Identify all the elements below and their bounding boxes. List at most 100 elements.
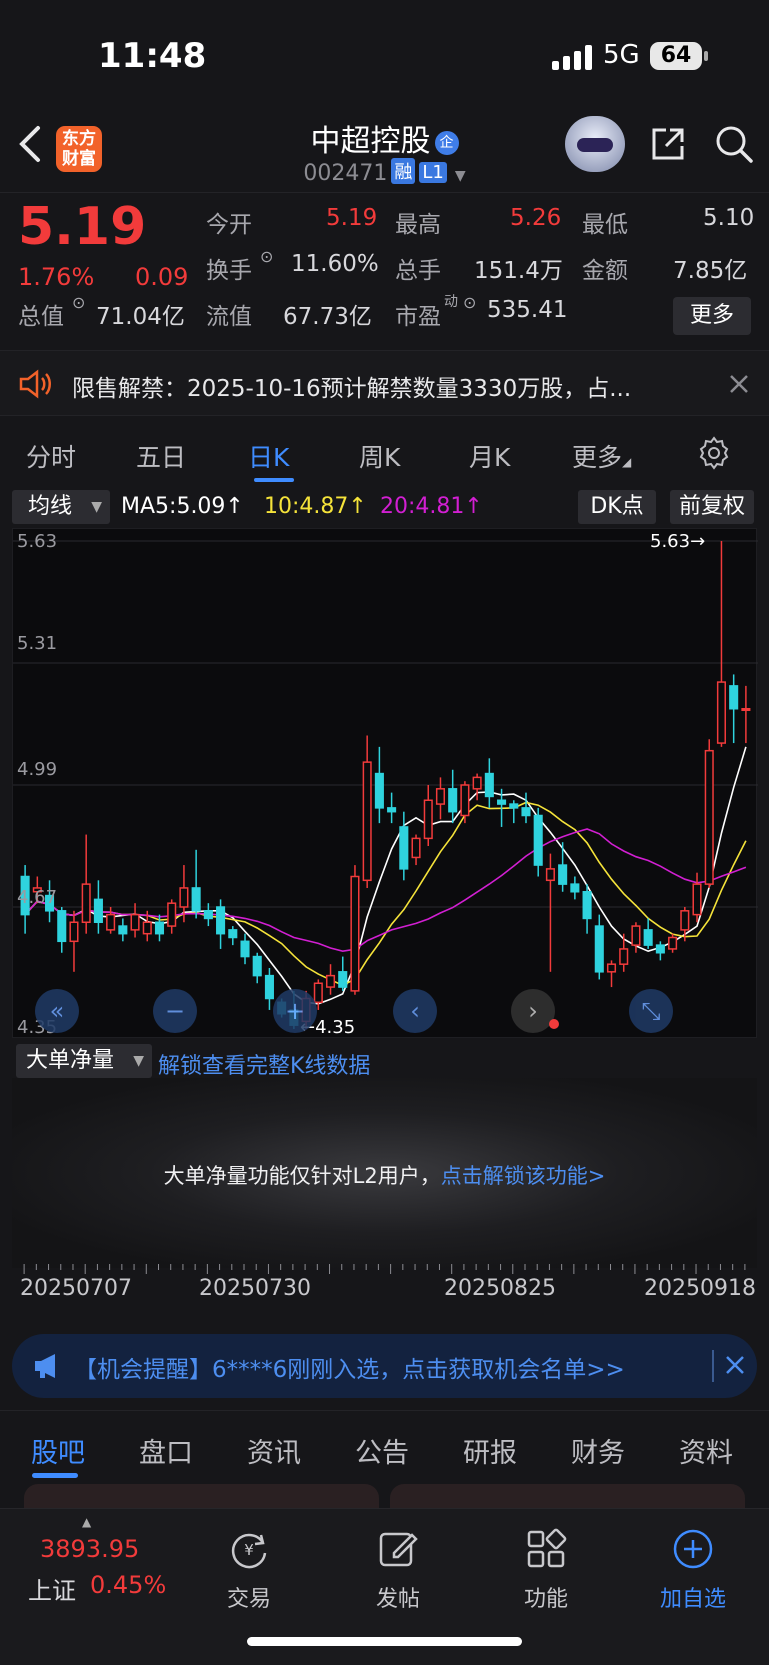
candle-body: [362, 761, 372, 882]
dk-point-button[interactable]: DK点: [578, 490, 656, 524]
tab-forum[interactable]: 股吧: [31, 1431, 85, 1470]
nav-trade[interactable]: ¥ 交易: [204, 1519, 294, 1612]
candle-body: [533, 814, 543, 866]
candle-body: [350, 875, 360, 992]
ma10-label: 10:4.87↑: [264, 494, 367, 519]
candle-body: [448, 788, 458, 813]
index-value[interactable]: 3893.95: [40, 1535, 139, 1563]
tab-announcements[interactable]: 公告: [355, 1431, 409, 1470]
fullscreen-button[interactable]: ⤡: [629, 989, 673, 1033]
candle-body: [668, 936, 678, 950]
opportunity-banner[interactable]: 【机会提醒】6****6刚刚入选，点击获取机会名单>>: [12, 1334, 757, 1398]
candle-body: [509, 803, 519, 809]
info-icon[interactable]: ⊙: [72, 293, 85, 312]
gear-icon[interactable]: [697, 436, 731, 470]
banner-divider: [712, 1350, 714, 1382]
candle-body: [729, 685, 739, 710]
tab-intraday[interactable]: 分时: [26, 438, 76, 474]
info-icon[interactable]: ⊙: [463, 293, 476, 312]
nav-post[interactable]: 发帖: [353, 1519, 443, 1612]
tab-finance[interactable]: 财务: [571, 1431, 625, 1470]
candle-body: [69, 921, 79, 943]
float-label: 流值: [206, 304, 252, 330]
candle-body: [57, 910, 67, 943]
candle-body: [521, 807, 531, 817]
candle-body: [387, 807, 397, 813]
ma20-label: 20:4.81↑: [380, 494, 483, 519]
scroll-right-button[interactable]: ›: [511, 989, 555, 1033]
tab-orderbook[interactable]: 盘口: [139, 1431, 193, 1470]
kline-chart[interactable]: 5.63 5.31 4.99 4.67 4.35 5.63→ ←4.35 « −…: [12, 528, 758, 1039]
info-icon[interactable]: ⊙: [260, 247, 273, 266]
nav-add-watchlist[interactable]: 加自选: [648, 1519, 738, 1612]
candle-body: [191, 887, 201, 912]
amount-label: 金额: [582, 258, 628, 284]
zoom-in-button[interactable]: +: [273, 989, 317, 1033]
unlock-notice[interactable]: 限售解禁：2025-10-16预计解禁数量3330万股，占...: [0, 350, 769, 416]
pe-label: 市盈: [395, 304, 441, 330]
share-icon[interactable]: [648, 124, 688, 164]
candle-body: [93, 898, 103, 923]
open-label: 今开: [206, 212, 252, 238]
index-percent[interactable]: 0.45%: [90, 1571, 166, 1599]
notice-text: 限售解禁：2025-10-16预计解禁数量3330万股，占...: [72, 376, 632, 402]
dropdown-icon: ▼: [91, 499, 102, 515]
low-label: 最低: [582, 212, 628, 238]
close-icon[interactable]: [728, 373, 750, 395]
more-button[interactable]: 更多: [673, 297, 751, 335]
home-indicator: [247, 1637, 522, 1646]
candle-body: [631, 925, 641, 946]
close-icon[interactable]: [724, 1354, 746, 1376]
index-name[interactable]: 上证: [28, 1571, 76, 1606]
plus-circle-icon: [673, 1529, 713, 1569]
content-tabs: 股吧 盘口 资讯 公告 研报 财务 资料: [0, 1410, 769, 1480]
notification-dot: [549, 1019, 559, 1029]
adjust-button[interactable]: 前复权: [670, 490, 754, 524]
candle-body: [680, 910, 690, 931]
big-order-selector[interactable]: 大单净量 ▼: [16, 1044, 152, 1078]
unlock-kline-link[interactable]: 解锁查看完整K线数据: [158, 1048, 370, 1080]
signal-icon: [552, 44, 594, 70]
ma10-line: [24, 801, 747, 987]
turnover-value: 11.60%: [291, 251, 379, 277]
tab-profile[interactable]: 资料: [679, 1431, 733, 1470]
candle-body: [484, 772, 494, 798]
candle-body: [692, 883, 702, 916]
zoom-out-button[interactable]: −: [153, 989, 197, 1033]
tab-news[interactable]: 资讯: [247, 1431, 301, 1470]
y-tick: 4.67: [17, 887, 58, 908]
scroll-left-button[interactable]: ‹: [393, 989, 437, 1033]
turnover-label: 换手: [206, 258, 252, 284]
tab-weekly-k[interactable]: 周K: [359, 438, 400, 474]
ai-assistant-avatar[interactable]: [565, 116, 625, 172]
pe-dynamic-sup: 动: [444, 294, 458, 310]
enterprise-badge: 企: [434, 131, 459, 155]
scroll-start-button[interactable]: «: [35, 989, 79, 1033]
level-tag: L1: [419, 162, 447, 183]
caret-up-icon: ▲: [82, 1515, 92, 1529]
nav-functions[interactable]: 功能: [501, 1519, 591, 1612]
high-label: 最高: [395, 212, 441, 238]
tab-monthly-k[interactable]: 月K: [469, 438, 510, 474]
candle-body: [411, 837, 421, 859]
big-order-locked-area: 大单净量功能仅针对L2用户，点击解锁该功能>: [12, 1078, 757, 1268]
date-label: 20250730: [199, 1276, 311, 1301]
tab-daily-k[interactable]: 日K: [248, 438, 289, 474]
low-value: 5.10: [703, 205, 755, 231]
amount-value: 7.85亿: [673, 258, 748, 284]
quote-panel: 5.19 1.76% 0.09 今开 5.19 最高 5.26 最低 5.10 …: [0, 192, 769, 348]
float-value: 67.73亿: [283, 304, 372, 330]
candle-body: [545, 868, 555, 882]
candle-body: [154, 921, 165, 935]
candle-body: [497, 799, 507, 805]
search-icon[interactable]: [714, 124, 754, 164]
tab-five-day[interactable]: 五日: [136, 438, 186, 474]
ma-selector[interactable]: 均线 ▼: [12, 490, 110, 524]
kline-svg[interactable]: [13, 529, 758, 1039]
candle-body: [423, 799, 433, 840]
unlock-feature-link[interactable]: 点击解锁该功能>: [441, 1164, 606, 1188]
mktcap-value: 71.04亿: [96, 304, 185, 330]
tab-research[interactable]: 研报: [463, 1431, 517, 1470]
tab-more[interactable]: 更多◢: [572, 438, 631, 474]
y-tick: 5.31: [17, 633, 58, 654]
